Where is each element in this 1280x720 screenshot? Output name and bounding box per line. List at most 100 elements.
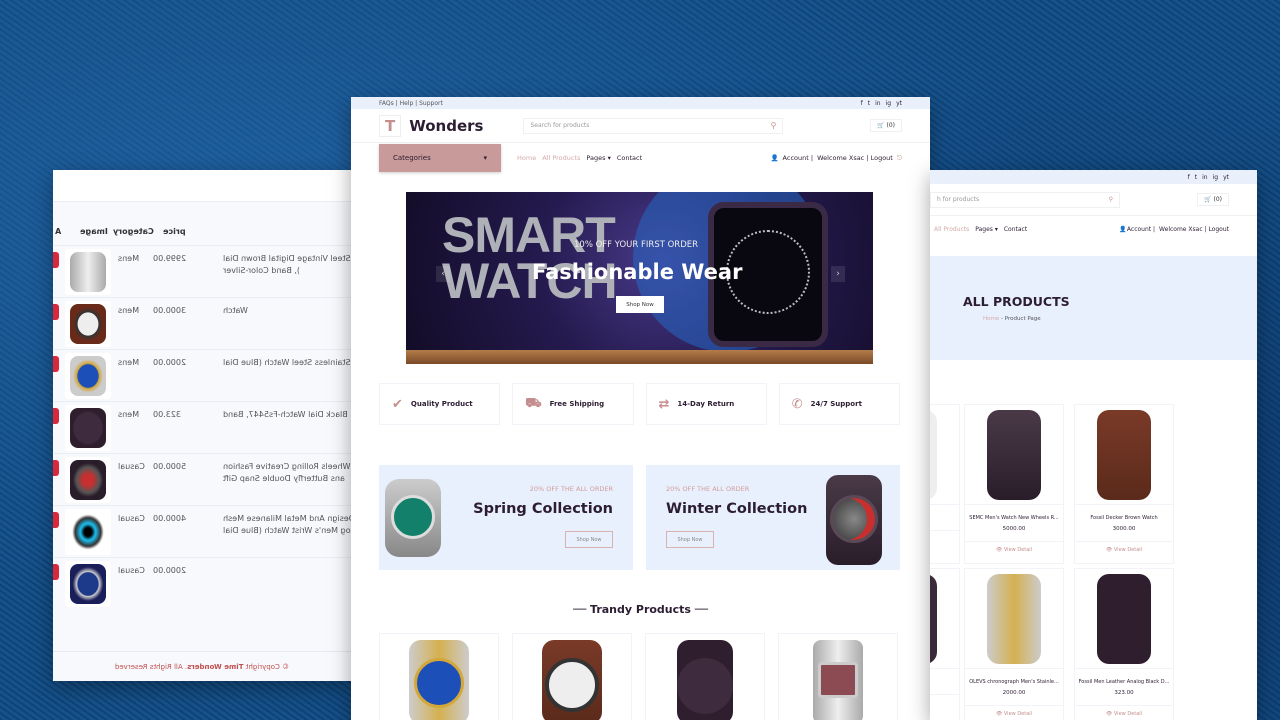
promo-spring[interactable]: 20% OFF THE ALL ORDER Spring Collection … xyxy=(379,465,633,570)
product-image xyxy=(987,409,1041,500)
admin-topbar xyxy=(53,170,351,202)
account-link[interactable]: Account | xyxy=(1127,226,1155,233)
view-detail-link[interactable]: 👁 View Detail xyxy=(1075,705,1173,717)
header-image: Image xyxy=(80,227,108,236)
hero-big-text-1: SMART xyxy=(442,207,616,263)
view-detail-link[interactable]: 👁 View Detail xyxy=(1075,541,1173,553)
chevron-down-icon: ▾ xyxy=(483,154,487,162)
price-cell: 323.00 xyxy=(153,410,181,419)
wooden-surface xyxy=(406,350,873,364)
linkedin-icon[interactable]: in xyxy=(1202,174,1207,181)
logo-letter: T xyxy=(379,114,402,137)
name-cell-line2: Analog Men's Wrist Watch (Blue Dial xyxy=(223,526,351,535)
logo[interactable]: T Wonders xyxy=(379,114,483,137)
promo-discount: 20% OFF THE ALL ORDER xyxy=(666,485,750,493)
breadcrumb-home[interactable]: Home xyxy=(983,316,999,322)
promo-shop-button[interactable]: Shop Now xyxy=(666,531,714,548)
product-thumbnail xyxy=(65,457,111,503)
product-name[interactable]: Fossil Men Leather Analog Black D... xyxy=(1075,679,1173,685)
twitter-icon[interactable]: t xyxy=(1195,174,1197,181)
nav-row: Categories ▾ Home All Products Pages ▾ C… xyxy=(351,143,930,173)
view-detail-link[interactable]: 👁 View Detail xyxy=(965,541,1063,553)
delete-button[interactable] xyxy=(53,304,59,320)
delete-button[interactable] xyxy=(53,564,59,580)
header: T Wonders Search for products ⚲ 🛒 (0) xyxy=(351,109,930,143)
product-name[interactable]: Fossil Decker Brown Watch xyxy=(1075,515,1173,521)
feature-label: 24/7 Support xyxy=(810,400,862,408)
nav-all-products[interactable]: All Products xyxy=(542,154,580,162)
carousel-next-button[interactable]: › xyxy=(831,266,845,282)
user-icon: 👤 xyxy=(1119,225,1127,233)
product-name[interactable]: OLEVS chronograph Men's Stainle... xyxy=(965,679,1063,685)
footer-brand[interactable]: Time Wonders xyxy=(187,663,243,671)
product-card[interactable]: OLEVS chronograph Men's Stainle... 2000.0… xyxy=(964,568,1064,720)
view-detail-link[interactable]: 👁 xyxy=(930,530,959,542)
linkedin-icon[interactable]: in xyxy=(875,100,880,107)
twitter-icon[interactable]: t xyxy=(868,100,870,107)
product-card[interactable] xyxy=(379,633,499,720)
watch-face xyxy=(414,658,464,708)
nav-home[interactable]: Home xyxy=(517,154,536,162)
delete-button[interactable] xyxy=(53,356,59,372)
table-header: A Image Category price xyxy=(53,227,351,243)
cart-count: (0) xyxy=(886,122,896,129)
logout-icon[interactable]: ⎋ xyxy=(897,154,902,163)
product-name[interactable]: SEMC Men's Watch New Wheels R... xyxy=(965,515,1063,521)
delete-button[interactable] xyxy=(53,460,59,476)
category-cell: Mens xyxy=(118,306,140,315)
nav-pages[interactable]: Pages ▾ xyxy=(586,154,610,162)
product-name[interactable]: Vinta... xyxy=(930,515,959,521)
cart-button[interactable]: 🛒 (0) xyxy=(1197,193,1229,206)
product-card[interactable] xyxy=(512,633,632,720)
delete-button[interactable] xyxy=(53,408,59,424)
nav-all-products[interactable]: All Products xyxy=(934,226,969,233)
search-icon[interactable]: ⚲ xyxy=(1109,196,1113,203)
youtube-icon[interactable]: yt xyxy=(896,100,902,107)
cart-button[interactable]: 🛒 (0) xyxy=(870,119,902,132)
hero-shop-now-button[interactable]: Shop Now xyxy=(616,296,664,313)
product-card[interactable] xyxy=(778,633,898,720)
feature-quality: ✔ Quality Product xyxy=(379,383,501,425)
youtube-icon[interactable]: yt xyxy=(1223,174,1229,181)
view-detail-link[interactable]: 👁 View Detail xyxy=(965,705,1063,717)
delete-button[interactable] xyxy=(53,252,59,268)
nav-pages[interactable]: Pages ▾ xyxy=(975,226,998,233)
search-icon[interactable]: ⚲ xyxy=(771,121,777,130)
search-input[interactable]: Search for products ⚲ xyxy=(523,117,784,134)
instagram-icon[interactable]: ig xyxy=(1213,174,1218,181)
search-input[interactable]: h for products ⚲ xyxy=(930,191,1120,208)
nav-contact[interactable]: Contact xyxy=(1004,226,1027,233)
view-detail-label: View Detail xyxy=(1003,711,1033,717)
categories-dropdown[interactable]: Categories ▾ xyxy=(379,144,501,172)
product-card[interactable] xyxy=(645,633,765,720)
eye-icon: 👁 xyxy=(995,547,1004,553)
top-strip: f t in ig yt xyxy=(930,170,1257,184)
facebook-icon[interactable]: f xyxy=(861,100,863,107)
product-name[interactable]: And... xyxy=(930,679,959,685)
facebook-icon[interactable]: f xyxy=(1188,174,1190,181)
product-card[interactable]: Fossil Decker Brown Watch 3000.00 👁 View D… xyxy=(1074,404,1174,564)
product-card[interactable]: SEMC Men's Watch New Wheels R... 5000.00 👁… xyxy=(964,404,1064,564)
view-detail-link[interactable]: 👁 xyxy=(930,694,959,706)
product-card[interactable]: Vinta... 👁 xyxy=(930,404,960,564)
welcome-logout-link[interactable]: Welcome Xsac | Logout xyxy=(817,154,893,163)
account-link[interactable]: Account | xyxy=(783,154,814,163)
promo-winter[interactable]: 20% OFF THE ALL ORDER Winter Collection … xyxy=(646,465,900,570)
product-card[interactable]: Fossil Men Leather Analog Black D... 323.… xyxy=(1074,568,1174,720)
promo-shop-button[interactable]: Shop Now xyxy=(565,531,613,548)
product-card[interactable]: And... 👁 xyxy=(930,568,960,720)
help-links[interactable]: FAQs | Help | Support xyxy=(379,100,443,107)
view-detail-label: View Detail xyxy=(1113,711,1143,717)
carousel-prev-button[interactable]: ‹ xyxy=(436,266,450,282)
welcome-logout-link[interactable]: Welcome Xsac | Logout xyxy=(1159,226,1229,233)
footer-suffix: . All Rights Reserved xyxy=(114,663,188,671)
table-row: Mens 2000.00 Men's Stainless Steel Watch (… xyxy=(53,349,351,401)
delete-button[interactable] xyxy=(53,512,59,528)
hero-offer: 10% OFF YOUR FIRST ORDER xyxy=(574,240,699,250)
feature-return: ⇄ 14-Day Return xyxy=(645,383,767,425)
product-image xyxy=(930,573,937,664)
product-thumbnail xyxy=(65,249,111,295)
nav-contact[interactable]: Contact xyxy=(617,154,642,162)
watch-image xyxy=(70,252,106,292)
instagram-icon[interactable]: ig xyxy=(886,100,891,107)
